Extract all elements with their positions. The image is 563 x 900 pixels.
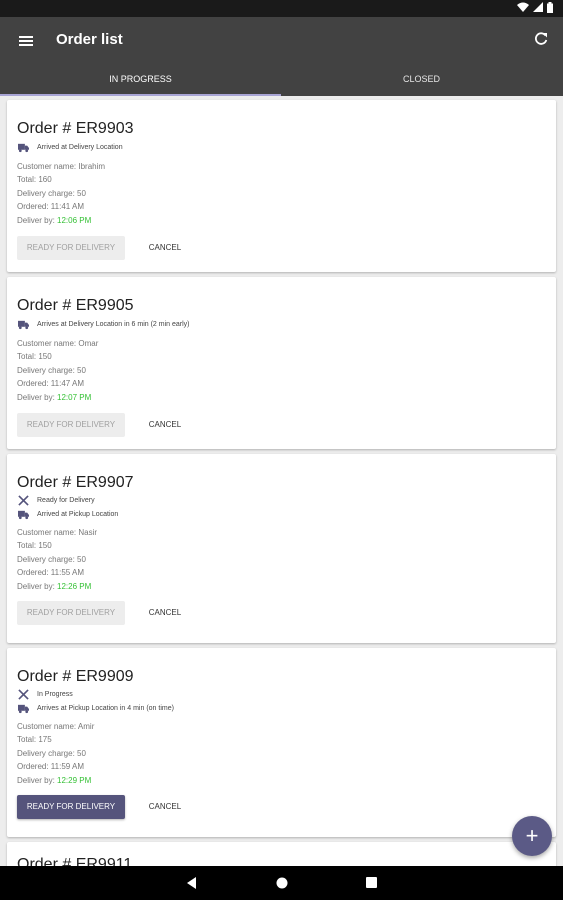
- customer-name: Customer name: Amir: [17, 722, 95, 731]
- tab-in-progress[interactable]: IN PROGRESS: [0, 65, 281, 96]
- order-status: In Progress: [18, 689, 73, 700]
- order-total: Total: 150: [17, 541, 52, 551]
- order-status: Arrives at Delivery Location in 6 min (2…: [18, 319, 190, 330]
- order-details: Customer name: Ibrahim Total: 160 Delive…: [17, 160, 105, 227]
- deliver-by-label: Deliver by:: [17, 215, 58, 225]
- order-status-text: Arrived at Pickup Location: [37, 511, 119, 518]
- customer-name: Customer name: Omar: [17, 339, 99, 348]
- order-number: Order # ER9903: [17, 120, 134, 137]
- tab-bar: IN PROGRESS CLOSED: [0, 65, 563, 96]
- order-status-text: In Progress: [37, 691, 73, 698]
- order-status-text: Arrives at Pickup Location in 4 min (on …: [37, 705, 174, 712]
- ordered-time: Ordered: 11:55 AM: [17, 568, 84, 578]
- ordered-time: Ordered: 11:59 AM: [17, 762, 84, 772]
- order-card[interactable]: Order # ER9903 Arrived at Delivery Locat…: [7, 100, 556, 272]
- cancel-button[interactable]: CANCEL: [135, 236, 195, 260]
- deliver-by: Deliver by: 12:29 PM: [17, 774, 94, 787]
- ordered-time: Ordered: 11:47 AM: [17, 379, 84, 389]
- status-icons: [517, 2, 553, 13]
- order-status: Arrived at Pickup Location: [18, 509, 118, 520]
- order-card[interactable]: Order # ER9907 Ready for Delivery Arrive…: [7, 454, 556, 643]
- nav-bar: [0, 866, 563, 900]
- order-number: Order # ER9911: [17, 856, 133, 866]
- order-details: Customer name: Amir Total: 175 Delivery …: [17, 720, 94, 787]
- wifi-icon: [517, 2, 529, 12]
- truck-icon: [18, 320, 29, 330]
- app-bar: Order list: [0, 17, 563, 65]
- deliver-by-time: 12:29 PM: [57, 775, 92, 785]
- order-details: Customer name: Nasir Total: 150 Delivery…: [17, 526, 97, 593]
- deliver-by-label: Deliver by:: [17, 775, 58, 785]
- delivery-charge: Delivery charge: 50: [17, 188, 86, 198]
- customer-name: Customer name: Nasir: [17, 528, 98, 537]
- order-status-text: Arrived at Delivery Location: [37, 144, 123, 151]
- delivery-charge: Delivery charge: 50: [17, 365, 86, 375]
- deliver-by: Deliver by: 12:26 PM: [17, 580, 97, 593]
- deliver-by-label: Deliver by:: [17, 581, 58, 591]
- ready-for-delivery-button: READY FOR DELIVERY: [17, 601, 125, 625]
- order-card[interactable]: Order # ER9909 In Progress Arrives at Pi…: [7, 648, 556, 837]
- customer-name: Customer name: Ibrahim: [17, 162, 106, 171]
- order-card[interactable]: Order # ER9905 Arrives at Delivery Locat…: [7, 277, 556, 449]
- menu-icon[interactable]: [18, 31, 34, 51]
- home-icon[interactable]: [276, 877, 288, 889]
- signal-icon: [533, 2, 543, 12]
- cancel-button[interactable]: CANCEL: [135, 795, 195, 819]
- order-list: Order # ER9903 Arrived at Delivery Locat…: [0, 96, 563, 866]
- recents-icon[interactable]: [366, 877, 377, 888]
- utensils-icon: [18, 495, 29, 506]
- order-status: Arrived at Delivery Location: [18, 142, 123, 153]
- deliver-by-time: 12:07 PM: [57, 392, 92, 402]
- refresh-icon[interactable]: [533, 31, 549, 47]
- deliver-by: Deliver by: 12:07 PM: [17, 391, 98, 404]
- battery-icon: [547, 2, 553, 13]
- ready-for-delivery-button: READY FOR DELIVERY: [17, 236, 125, 260]
- ready-for-delivery-button[interactable]: READY FOR DELIVERY: [17, 795, 125, 819]
- tab-closed[interactable]: CLOSED: [281, 65, 562, 96]
- ordered-time: Ordered: 11:41 AM: [17, 202, 84, 212]
- order-status-text: Ready for Delivery: [37, 497, 95, 504]
- order-status: Arrives at Pickup Location in 4 min (on …: [18, 703, 174, 714]
- page-title: Order list: [56, 31, 123, 48]
- status-bar: [0, 0, 563, 17]
- utensils-icon: [18, 689, 29, 700]
- truck-icon: [18, 510, 29, 520]
- truck-icon: [18, 143, 29, 153]
- truck-icon: [18, 704, 29, 714]
- ready-for-delivery-button: READY FOR DELIVERY: [17, 413, 125, 437]
- deliver-by-label: Deliver by:: [17, 392, 58, 402]
- order-status: Ready for Delivery: [18, 495, 95, 506]
- order-number: Order # ER9905: [17, 297, 134, 314]
- delivery-charge: Delivery charge: 50: [17, 554, 86, 564]
- order-total: Total: 160: [17, 175, 52, 185]
- order-number: Order # ER9907: [17, 474, 134, 491]
- cancel-button[interactable]: CANCEL: [135, 601, 195, 625]
- order-details: Customer name: Omar Total: 150 Delivery …: [17, 337, 98, 404]
- delivery-charge: Delivery charge: 50: [17, 748, 86, 758]
- order-total: Total: 150: [17, 352, 52, 362]
- add-order-button[interactable]: +: [512, 816, 552, 856]
- back-icon[interactable]: [186, 877, 198, 889]
- deliver-by-time: 12:26 PM: [57, 581, 92, 591]
- cancel-button[interactable]: CANCEL: [135, 413, 195, 437]
- order-number: Order # ER9909: [17, 668, 134, 685]
- deliver-by-time: 12:06 PM: [57, 215, 92, 225]
- order-card[interactable]: Order # ER9911: [7, 842, 556, 866]
- deliver-by: Deliver by: 12:06 PM: [17, 214, 105, 227]
- order-total: Total: 175: [17, 735, 52, 745]
- order-status-text: Arrives at Delivery Location in 6 min (2…: [37, 321, 190, 328]
